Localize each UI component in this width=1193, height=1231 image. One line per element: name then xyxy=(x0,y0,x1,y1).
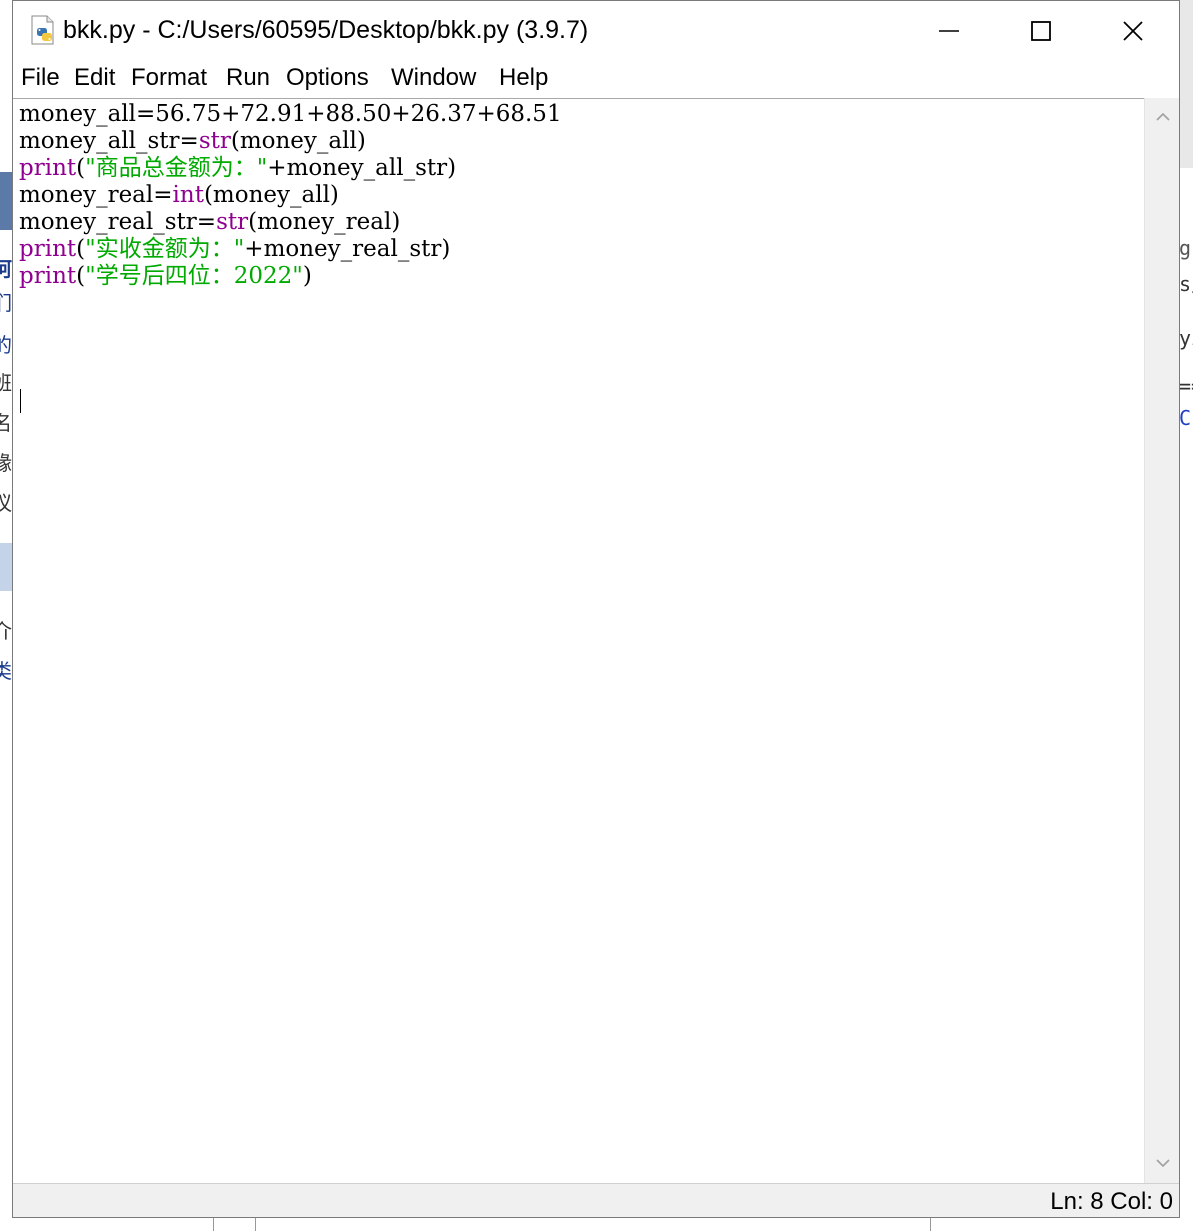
background-text-fragment: == xyxy=(1179,374,1193,398)
code-line: money_real_str=str(money_real) xyxy=(19,209,400,236)
scroll-up-arrow-icon[interactable] xyxy=(1155,112,1171,122)
code-builtin: print xyxy=(19,263,77,289)
close-icon xyxy=(1123,21,1143,41)
maximize-button[interactable] xyxy=(995,1,1087,59)
background-text-fragment: g xyxy=(1179,236,1192,260)
vertical-scrollbar[interactable] xyxy=(1144,98,1179,1183)
code-text: (money_all) xyxy=(230,128,366,154)
background-divider xyxy=(255,1217,256,1231)
code-string: "商品总金额为：" xyxy=(85,155,268,181)
background-text-fragment: yı xyxy=(1179,326,1193,350)
background-taskbar-strip xyxy=(0,1217,1193,1231)
menu-run[interactable]: Run xyxy=(226,63,270,93)
code-text: ( xyxy=(76,263,86,289)
background-text-fragment: s/ xyxy=(1179,272,1193,296)
menu-format[interactable]: Format xyxy=(131,63,207,93)
code-line: print("商品总金额为："+money_all_str) xyxy=(19,155,456,182)
code-builtin: str xyxy=(198,128,231,154)
window-title: bkk.py - C:/Users/60595/Desktop/bkk.py (… xyxy=(63,16,589,44)
close-button[interactable] xyxy=(1087,1,1179,59)
background-text-fragment: C xyxy=(1179,406,1192,430)
menu-options[interactable]: Options xyxy=(286,63,369,93)
scroll-down-arrow-icon[interactable] xyxy=(1155,1158,1171,1168)
code-text: +money_real_str) xyxy=(244,236,451,262)
code-builtin: str xyxy=(216,209,249,235)
code-builtin: print xyxy=(19,155,77,181)
status-bar: Ln: 8 Col: 0 xyxy=(13,1183,1179,1217)
code-text: (money_real) xyxy=(248,209,401,235)
title-bar[interactable]: bkk.py - C:/Users/60595/Desktop/bkk.py (… xyxy=(13,1,1179,59)
code-string: "学号后四位：2022" xyxy=(85,263,303,289)
code-line: money_real=int(money_all) xyxy=(19,182,339,209)
code-text: money_all=56.75+72.91+88.50+26.37+68.51 xyxy=(19,101,562,127)
code-editor[interactable]: money_all=56.75+72.91+88.50+26.37+68.51 m… xyxy=(13,98,1144,1183)
code-text: money_real_str= xyxy=(19,209,217,235)
menu-file[interactable]: File xyxy=(21,63,60,93)
background-panel xyxy=(1179,0,1193,168)
background-divider xyxy=(213,1217,214,1231)
code-line: print("学号后四位：2022") xyxy=(19,263,312,290)
menu-help[interactable]: Help xyxy=(499,63,548,93)
code-line: money_all=56.75+72.91+88.50+26.37+68.51 xyxy=(19,101,562,128)
code-line: money_all_str=str(money_all) xyxy=(19,128,366,155)
code-text: money_real= xyxy=(19,182,173,208)
cursor-position: Ln: 8 Col: 0 xyxy=(1050,1188,1173,1215)
code-string: "实收金额为：" xyxy=(85,236,245,262)
menu-window[interactable]: Window xyxy=(391,63,476,93)
background-window-right: g s/ yı == C xyxy=(1179,0,1193,1231)
code-text: ( xyxy=(76,236,86,262)
background-divider xyxy=(930,1217,931,1231)
minimize-button[interactable] xyxy=(903,1,995,59)
code-text: +money_all_str) xyxy=(267,155,457,181)
menu-edit[interactable]: Edit xyxy=(74,63,115,93)
python-file-icon xyxy=(31,15,54,45)
menu-bar: File Edit Format Run Options Window Help xyxy=(13,59,1179,97)
code-line: print("实收金额为："+money_real_str) xyxy=(19,236,450,263)
maximize-icon xyxy=(1031,21,1051,41)
idle-editor-window: bkk.py - C:/Users/60595/Desktop/bkk.py (… xyxy=(12,0,1180,1218)
code-text: (money_all) xyxy=(203,182,339,208)
code-text: ) xyxy=(302,263,312,289)
code-builtin: int xyxy=(172,182,204,208)
code-text: money_all_str= xyxy=(19,128,199,154)
code-builtin: print xyxy=(19,236,77,262)
text-cursor xyxy=(20,389,21,413)
code-text: ( xyxy=(76,155,86,181)
minimize-icon xyxy=(939,30,959,32)
